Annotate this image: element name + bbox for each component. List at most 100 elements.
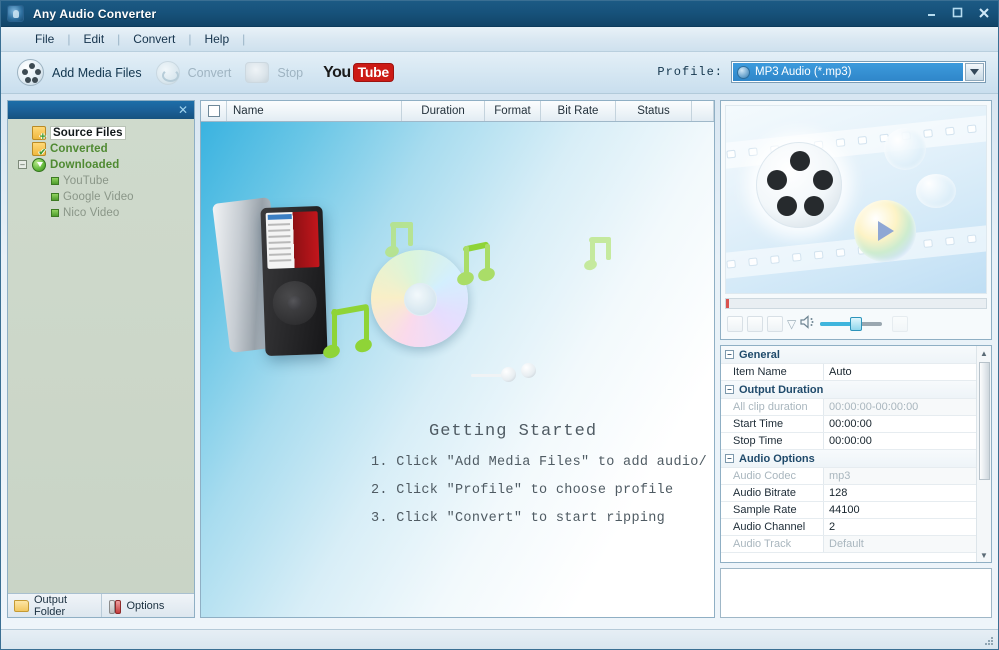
property-row-stop-time[interactable]: Stop Time 00:00:00 xyxy=(721,433,976,450)
sidebar-item-label: Converted xyxy=(50,143,108,155)
sidebar-item-downloaded[interactable]: – Downloaded xyxy=(12,157,190,173)
column-header-format[interactable]: Format xyxy=(485,101,541,121)
previous-button[interactable] xyxy=(727,316,743,332)
column-header-duration[interactable]: Duration xyxy=(402,101,485,121)
convert-label: Convert xyxy=(187,65,232,80)
sidebar-item-youtube[interactable]: YouTube xyxy=(12,173,190,189)
seek-slider[interactable] xyxy=(725,298,987,309)
options-button[interactable]: Options xyxy=(102,594,195,617)
sidebar-item-source-files[interactable]: Source Files xyxy=(12,125,190,142)
description-box xyxy=(720,568,992,618)
column-header-spacer xyxy=(692,101,714,121)
output-folder-button[interactable]: Output Folder xyxy=(8,593,102,618)
convert-button[interactable]: Convert xyxy=(154,59,244,87)
property-row-audio-bitrate[interactable]: Audio Bitrate 128 xyxy=(721,485,976,502)
property-group-audio-options[interactable]: – Audio Options xyxy=(721,450,976,468)
earbuds-graphic xyxy=(471,363,539,383)
profile-value-text: MP3 Audio (*.mp3) xyxy=(755,66,852,78)
tree-expander-icon[interactable]: – xyxy=(18,160,27,169)
property-value[interactable]: 44100 xyxy=(824,502,976,518)
main-body: ✕ Source Files Converted – Downloaded xyxy=(1,94,998,618)
property-value: mp3 xyxy=(824,468,976,484)
sidebar-item-google-video[interactable]: Google Video xyxy=(12,189,190,205)
file-list-body[interactable]: Getting Started 1. Click "Add Media File… xyxy=(201,122,714,617)
application-window: Any Audio Converter File | Edit | Conver… xyxy=(0,0,999,650)
convert-icon xyxy=(155,60,180,85)
add-media-files-label: Add Media Files xyxy=(52,65,142,80)
bullet-icon xyxy=(51,193,59,201)
group-expander-icon[interactable]: – xyxy=(725,454,734,463)
property-value[interactable]: 128 xyxy=(824,485,976,501)
property-name: Item Name xyxy=(721,364,824,380)
column-header-status[interactable]: Status xyxy=(616,101,692,121)
profile-selected-value-row[interactable]: MP3 Audio (*.mp3) xyxy=(733,63,963,81)
property-group-general[interactable]: – General xyxy=(721,346,976,364)
menu-item-convert[interactable]: Convert xyxy=(121,30,187,48)
ipod-screen-graphic xyxy=(265,211,320,269)
speaker-icon[interactable] xyxy=(800,314,816,334)
property-group-output-duration[interactable]: – Output Duration xyxy=(721,381,976,399)
folder-icon xyxy=(14,599,29,612)
menu-item-help[interactable]: Help xyxy=(192,30,241,48)
chevron-down-icon[interactable] xyxy=(965,63,984,81)
property-value[interactable]: Auto xyxy=(824,364,976,380)
sidebar-item-label: Google Video xyxy=(63,191,134,203)
property-group-label: Audio Options xyxy=(739,452,815,465)
select-all-checkbox[interactable] xyxy=(207,105,220,117)
file-list-panel: Name Duration Format Bit Rate Status Get… xyxy=(200,100,715,618)
property-group-label: General xyxy=(739,348,780,361)
property-row-audio-channel[interactable]: Audio Channel 2 xyxy=(721,519,976,536)
scroll-up-icon[interactable]: ▲ xyxy=(980,346,988,360)
scroll-down-icon[interactable]: ▼ xyxy=(980,551,988,560)
add-media-files-button[interactable]: Add Media Files xyxy=(15,57,154,88)
getting-started-step: 1. Click "Add Media Files" to add audio/ xyxy=(371,455,708,470)
property-row-sample-rate[interactable]: Sample Rate 44100 xyxy=(721,502,976,519)
scrollbar-thumb[interactable] xyxy=(979,362,990,480)
menu-item-file[interactable]: File xyxy=(23,30,66,48)
profile-combobox[interactable]: MP3 Audio (*.mp3) xyxy=(731,61,986,83)
property-name: Audio Track xyxy=(721,536,824,552)
column-header-bitrate[interactable]: Bit Rate xyxy=(541,101,616,121)
bubble-graphic xyxy=(884,128,926,170)
volume-slider[interactable] xyxy=(820,317,883,331)
property-value[interactable]: 00:00:00 xyxy=(824,433,976,449)
youtube-button[interactable]: You Tube xyxy=(323,63,394,82)
properties-scrollbar[interactable]: ▲ ▼ xyxy=(976,346,991,562)
resize-grip[interactable] xyxy=(983,635,995,647)
snapshot-button[interactable] xyxy=(892,316,909,332)
select-all-checkbox-cell[interactable] xyxy=(201,101,227,121)
expand-icon[interactable]: ▽ xyxy=(787,317,796,331)
next-button[interactable] xyxy=(767,316,783,332)
bullet-icon xyxy=(51,209,59,217)
menu-item-edit[interactable]: Edit xyxy=(71,30,116,48)
volume-thumb[interactable] xyxy=(850,317,863,331)
sidebar-item-converted[interactable]: Converted xyxy=(12,141,190,157)
sidebar-close-icon[interactable]: ✕ xyxy=(178,104,188,116)
column-header-name[interactable]: Name xyxy=(227,101,402,121)
folder-plus-icon xyxy=(32,126,46,142)
property-value: Default xyxy=(824,536,976,552)
group-expander-icon[interactable]: – xyxy=(725,350,734,359)
stop-button[interactable]: Stop xyxy=(243,60,315,85)
close-icon[interactable] xyxy=(975,4,992,21)
preview-image[interactable] xyxy=(725,105,987,294)
property-value[interactable]: 2 xyxy=(824,519,976,535)
film-reel-icon xyxy=(17,59,44,86)
group-expander-icon[interactable]: – xyxy=(725,385,734,394)
property-name: Audio Bitrate xyxy=(721,485,824,501)
output-folder-label: Output Folder xyxy=(34,593,68,618)
folder-check-icon xyxy=(32,142,46,157)
download-icon xyxy=(32,158,46,172)
youtube-you-text: You xyxy=(323,63,351,81)
sidebar-item-nico-video[interactable]: Nico Video xyxy=(12,205,190,221)
property-row-item-name[interactable]: Item Name Auto xyxy=(721,364,976,381)
property-row-start-time[interactable]: Start Time 00:00:00 xyxy=(721,416,976,433)
stop-label: Stop xyxy=(277,65,304,80)
sidebar-item-label: Downloaded xyxy=(50,159,120,171)
property-value[interactable]: 00:00:00 xyxy=(824,416,976,432)
property-row-audio-codec: Audio Codec mp3 xyxy=(721,468,976,485)
maximize-icon[interactable] xyxy=(949,4,966,21)
minimize-icon[interactable] xyxy=(923,4,940,21)
play-button[interactable] xyxy=(747,316,763,332)
options-label: Options xyxy=(126,599,165,612)
